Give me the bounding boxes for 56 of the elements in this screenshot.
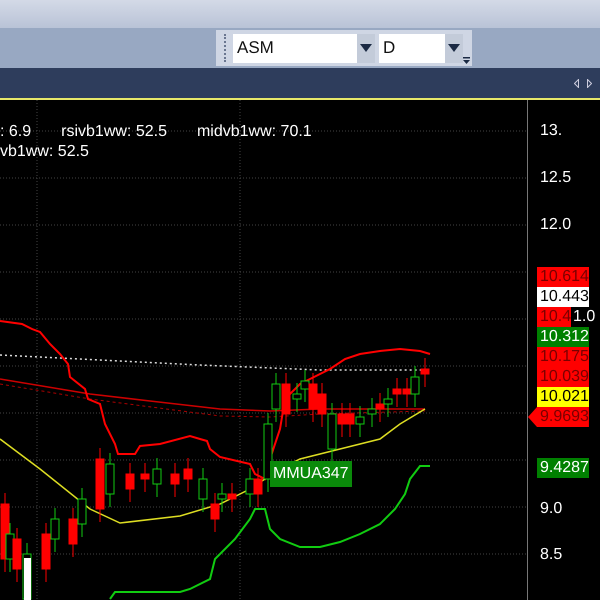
axis-tick-label: 13. [539,121,564,141]
candlestick [384,388,392,418]
candlestick [228,482,236,512]
caret-icon [448,44,460,52]
legend-text: vb1ww: 52.5 [0,143,89,160]
price-tag: 9.9693 [528,407,589,427]
price-tag: 10.443 [537,287,589,307]
left-arrow-icon[interactable] [574,78,579,88]
candlestick [420,358,430,388]
candlestick [356,406,364,438]
axis-tick-label: 8.5 [539,545,564,565]
period-combo[interactable]: D [379,34,463,62]
candlestick [126,462,134,502]
chart-label: MMUA347 [270,461,352,487]
overflow-icon[interactable] [463,57,470,64]
price-tag: 10.021 [537,387,589,407]
candlestick [392,378,402,408]
candlestick [376,392,384,422]
candlestick [152,458,162,498]
candlestick [246,468,254,508]
candlestick [12,528,22,582]
candlestick [106,452,114,508]
price-tag: 10.312 [537,327,589,347]
axis-tick-label: 12.0 [539,215,572,235]
price-tag: 10.4 [537,307,571,327]
candlestick [368,398,376,428]
candlestick [184,458,192,492]
candlestick [68,508,78,558]
axis-tick-label: 9.0 [539,499,564,519]
candlestick [78,488,86,538]
candlestick [292,382,302,412]
right-arrow-icon[interactable] [587,78,592,88]
grip-icon[interactable] [224,34,227,62]
candlestick [318,382,326,428]
price-tag: 10.175 [537,347,589,367]
legend-text: : 6.9 [0,123,32,140]
legend-text: rsivb1ww: 52.5 [61,123,167,140]
price-tag: 10.039 [537,367,589,387]
symbol-combo[interactable]: ASM [233,34,375,62]
candlestick [140,462,150,492]
candlestick [50,508,60,552]
candlestick [210,492,220,532]
price-tag: 10.614 [537,267,589,287]
price-tag: 9.4287 [537,458,589,478]
axis-tick-label: 12.5 [539,168,572,188]
candlestick [198,468,208,512]
candlestick [42,522,50,582]
candlestick [402,378,412,408]
candlestick [218,482,226,512]
candlestick [346,402,354,438]
caret-icon [360,44,372,52]
candlestick [410,366,420,408]
legend-text: midvb1ww: 70.1 [196,123,312,140]
candlestick [282,372,290,428]
candlestick [170,462,180,498]
axis-tick-label: 1.0 [572,307,596,327]
